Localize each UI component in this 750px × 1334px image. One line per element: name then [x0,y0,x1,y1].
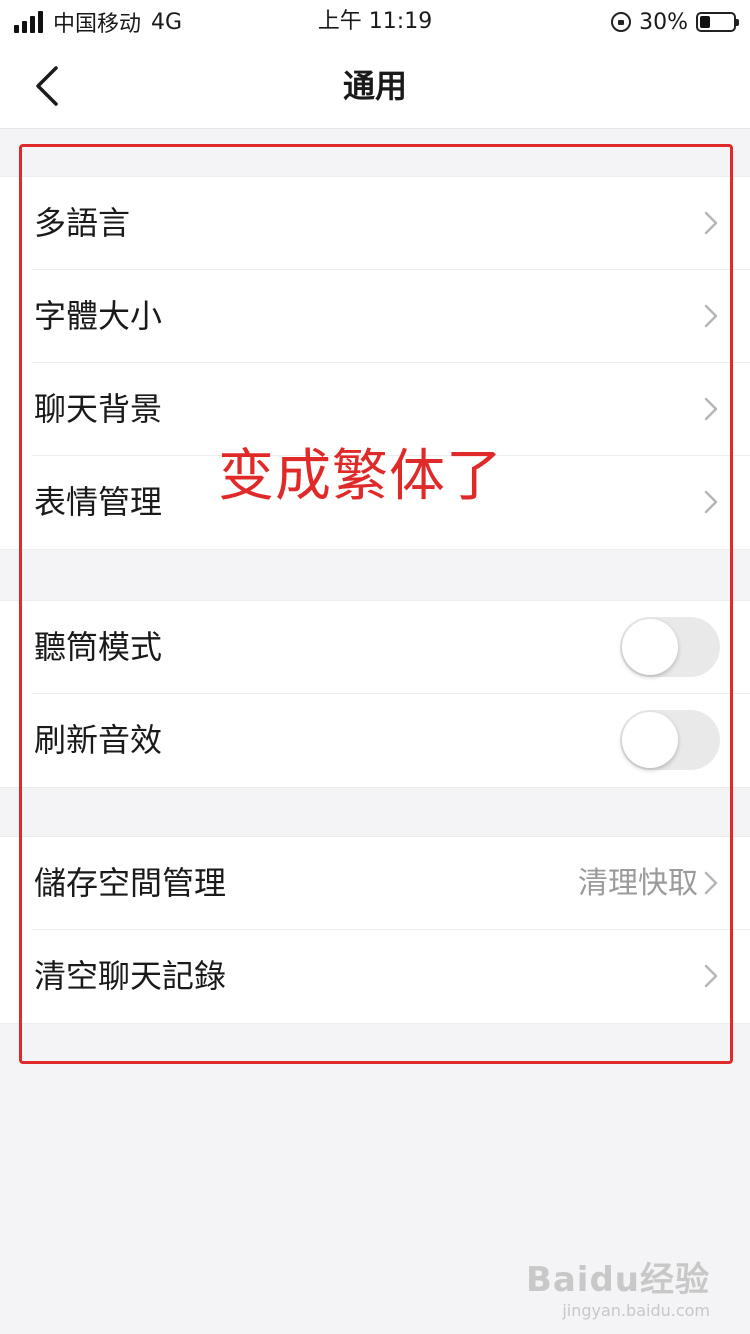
status-right: 30% [611,6,739,38]
navigation-bar: 通用 [0,44,750,129]
chevron-right-icon [704,304,718,328]
battery-percent: 30% [639,9,688,35]
settings-row-storage-management[interactable]: 儲存空間管理 清理快取 [32,837,750,930]
page-title: 通用 [342,67,407,105]
settings-row-clear-chat-history[interactable]: 清空聊天記錄 [32,930,750,1023]
chevron-right-icon [704,490,718,514]
settings-row-refresh-sound: 刷新音效 [32,694,750,787]
row-label: 刷新音效 [34,721,163,759]
row-label: 儲存空間管理 [34,864,227,902]
toggle-knob [622,619,678,675]
row-value: 清理快取 [578,866,698,901]
battery-icon [696,12,739,32]
status-bar: 中国移动 4G 上午 11:19 30% [0,0,750,44]
settings-row-chat-background[interactable]: 聊天背景 [32,363,750,456]
settings-group-storage: 儲存空間管理 清理快取 清空聊天記錄 [0,836,750,1024]
toggle-knob [622,712,678,768]
refresh-sound-toggle[interactable] [620,710,720,770]
orientation-lock-icon [611,12,632,32]
row-label: 清空聊天記錄 [34,957,227,995]
row-label: 聊天背景 [34,390,163,428]
settings-group-sound: 聽筒模式 刷新音效 [0,600,750,788]
chevron-right-icon [704,397,718,421]
annotation-text: 变成繁体了 [218,444,503,509]
settings-row-language[interactable]: 多語言 [32,177,750,270]
row-label: 表情管理 [34,483,163,521]
settings-row-font-size[interactable]: 字體大小 [32,270,750,363]
watermark-url: jingyan.baidu.com [562,1301,710,1320]
battery-level [700,16,710,28]
row-label: 聽筒模式 [34,628,163,666]
watermark-logo-text: Baidu经验 [525,1260,710,1300]
earpiece-mode-toggle[interactable] [620,617,720,677]
watermark: Baidu经验 jingyan.baidu.com [526,1252,710,1320]
chevron-right-icon [704,211,718,235]
row-label: 字體大小 [34,297,163,335]
settings-row-earpiece-mode: 聽筒模式 [32,601,750,694]
chevron-right-icon [704,964,718,988]
chevron-right-icon [704,871,718,895]
row-label: 多語言 [34,204,131,242]
